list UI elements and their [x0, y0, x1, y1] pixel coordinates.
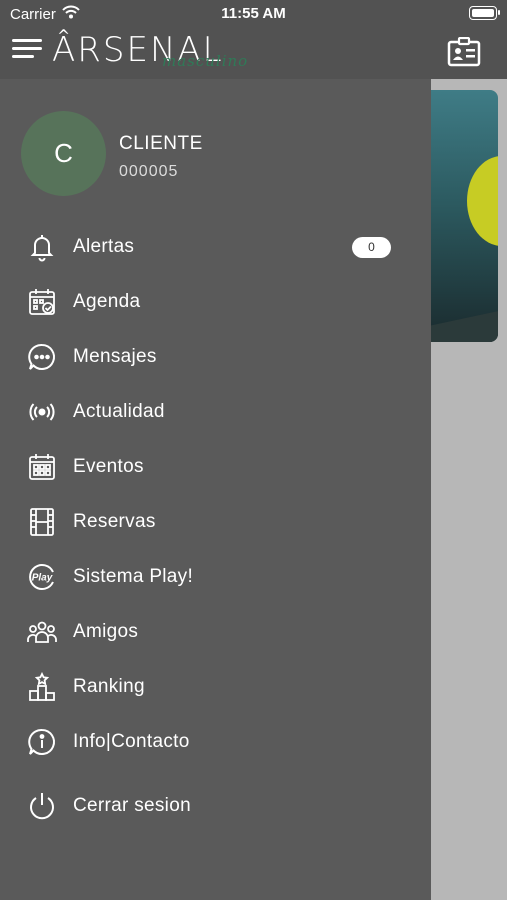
play-icon-text: Play	[32, 573, 53, 584]
menu-item-sistema-play[interactable]: Play Sistema Play!	[0, 553, 431, 601]
alerts-count-badge: 0	[352, 237, 391, 258]
menu-item-agenda[interactable]: Agenda	[0, 278, 431, 326]
menu-item-amigos[interactable]: Amigos	[0, 608, 431, 656]
menu-item-eventos[interactable]: Eventos	[0, 443, 431, 491]
menu-item-label: Alertas	[73, 236, 135, 257]
user-code: 000005	[119, 163, 179, 180]
friends-icon	[27, 617, 57, 647]
play-badge-icon: Play	[27, 562, 57, 592]
id-card-icon[interactable]	[447, 37, 481, 67]
menu-item-label: Cerrar sesion	[73, 795, 191, 816]
clock: 11:55 AM	[221, 5, 286, 22]
menu-item-info-contacto[interactable]: Info|Contacto	[0, 718, 431, 766]
menu-item-label: Info|Contacto	[73, 731, 190, 752]
calendar-check-icon	[27, 287, 57, 317]
hamburger-icon[interactable]	[12, 38, 42, 60]
menu-item-label: Actualidad	[73, 401, 165, 422]
calendar-grid-icon	[27, 452, 57, 482]
menu-item-alertas[interactable]: Alertas 0	[0, 223, 431, 271]
menu-item-cerrar-sesion[interactable]: Cerrar sesion	[0, 782, 431, 830]
bell-icon	[27, 232, 57, 262]
menu-item-label: Amigos	[73, 621, 139, 642]
logo-script: masculino	[162, 52, 249, 70]
menu-item-actualidad[interactable]: Actualidad	[0, 388, 431, 436]
menu-item-label: Sistema Play!	[73, 566, 194, 587]
film-strip-icon	[27, 507, 57, 537]
podium-icon	[27, 672, 57, 702]
app-logo: ÂRSENAL masculino	[52, 30, 267, 74]
menu-item-label: Ranking	[73, 676, 145, 697]
broadcast-icon	[27, 397, 57, 427]
menu-item-label: Agenda	[73, 291, 141, 312]
menu-item-mensajes[interactable]: Mensajes	[0, 333, 431, 381]
menu-item-reservas[interactable]: Reservas	[0, 498, 431, 546]
menu-item-label: Eventos	[73, 456, 144, 477]
battery-icon	[469, 6, 500, 20]
avatar[interactable]: C	[21, 111, 106, 196]
side-drawer: C CLIENTE 000005 Alertas 0 Agenda Mensaj…	[0, 79, 431, 900]
power-icon	[27, 791, 57, 821]
user-name: CLIENTE	[119, 133, 203, 154]
info-icon	[27, 727, 57, 757]
tennis-ball-image	[467, 156, 498, 246]
menu-item-label: Mensajes	[73, 346, 157, 367]
menu-item-ranking[interactable]: Ranking	[0, 663, 431, 711]
status-bar: Carrier 11:55 AM	[0, 0, 507, 30]
menu-item-label: Reservas	[73, 511, 156, 532]
chat-bubble-icon	[27, 342, 57, 372]
